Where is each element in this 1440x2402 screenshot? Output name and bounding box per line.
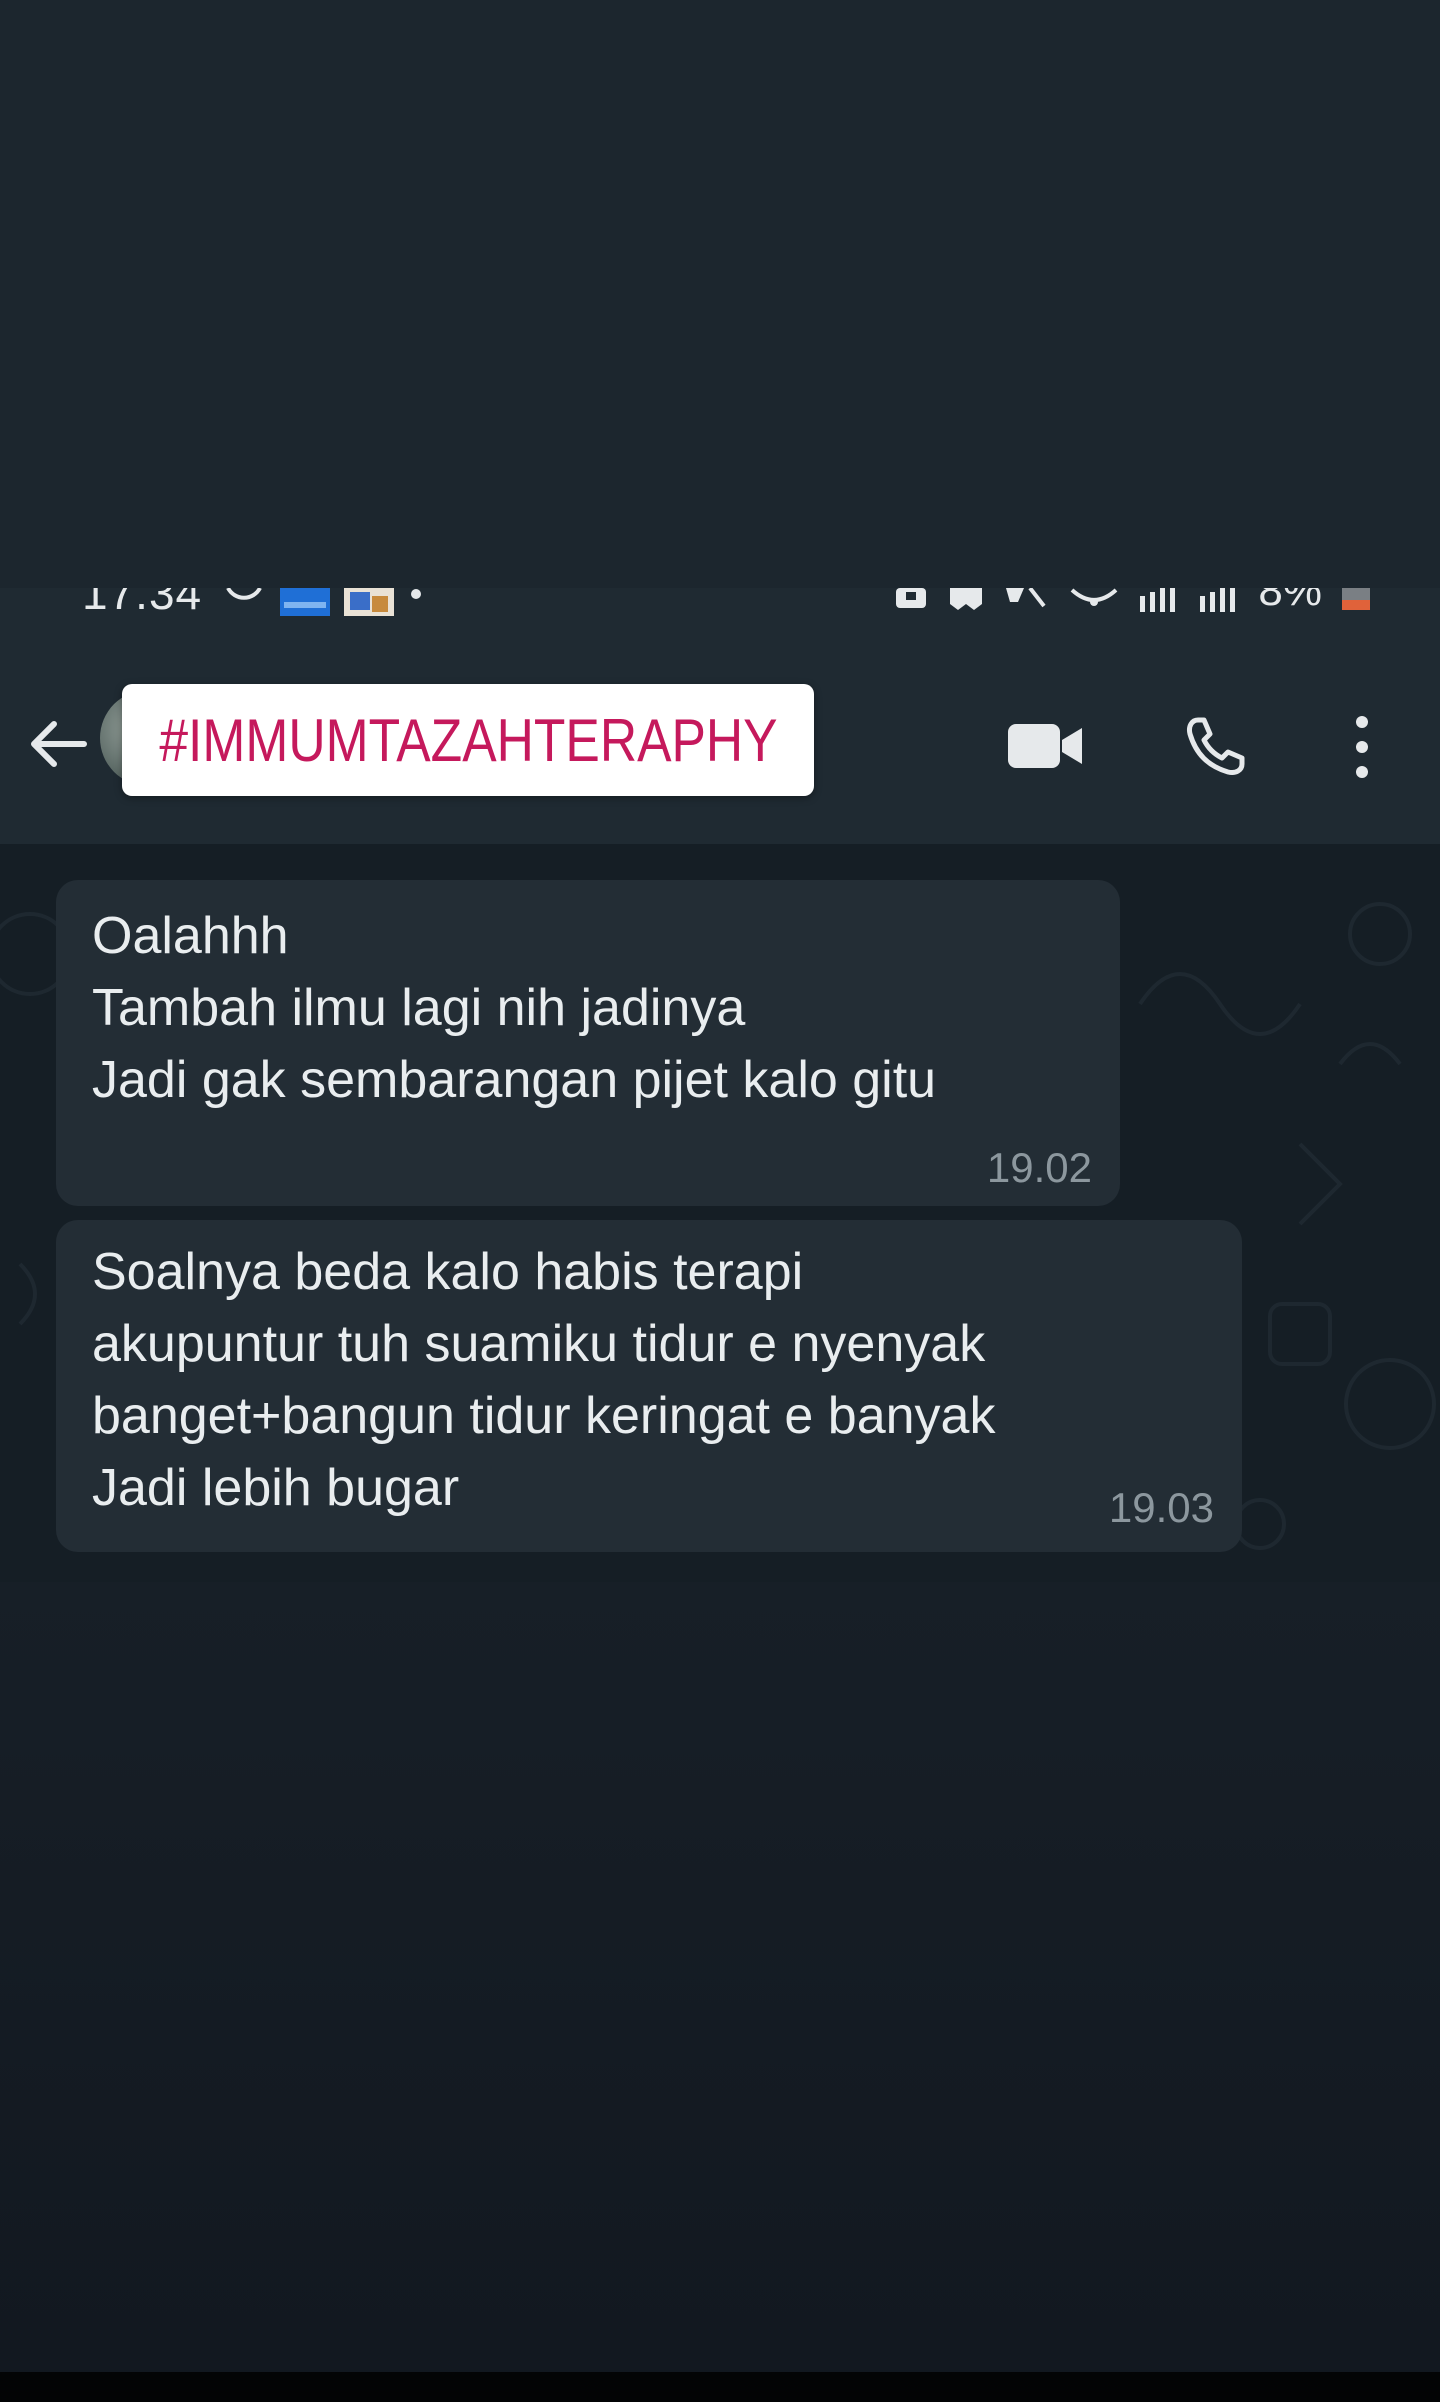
status-right-icons: 8%: [894, 588, 1370, 616]
dot-icon: [411, 589, 421, 599]
message-line: akupuntur tuh suamiku tidur e nyenyak: [92, 1315, 986, 1373]
status-bar: 17.34 8%: [0, 588, 1440, 622]
message-timestamp: 19.03: [1108, 1484, 1214, 1531]
video-call-icon[interactable]: [1008, 718, 1084, 774]
message-line: Oalahhh: [92, 907, 289, 965]
message-line: Jadi lebih bugar: [92, 1459, 460, 1517]
message-line: Soalnya beda kalo habis terapi: [92, 1243, 804, 1301]
message-line: Tambah ilmu lagi nih jadinya: [92, 979, 746, 1037]
nfc-icon: [950, 588, 983, 610]
message-bubble[interactable]: Soalnya beda kalo habis terapi akupuntur…: [56, 1220, 1242, 1552]
signal-icon: [1140, 588, 1176, 612]
battery-percentage: 8%: [1258, 588, 1322, 615]
mute-icon: [1006, 588, 1046, 608]
more-options-icon[interactable]: [1350, 714, 1374, 780]
wifi-icon: [1071, 588, 1118, 606]
status-left-icons: [222, 588, 424, 618]
gallery-icon: [344, 588, 394, 616]
chat-header: #IMMUMTAZAHTERAPHY: [0, 622, 1440, 844]
battery-icon: [1342, 588, 1370, 610]
blank-top-area: [0, 0, 1440, 588]
back-icon[interactable]: [26, 712, 90, 776]
chat-area[interactable]: Oalahhh Tambah ilmu lagi nih jadinya Jad…: [0, 844, 1440, 1582]
signal-icon: [1200, 588, 1236, 612]
message-bubble[interactable]: Oalahhh Tambah ilmu lagi nih jadinya Jad…: [56, 880, 1120, 1206]
message-line: banget+bangun tidur keringat e banyak: [92, 1387, 996, 1445]
contact-name: #IMMUMTAZAHTERAPHY: [158, 706, 778, 774]
voice-call-icon[interactable]: [1184, 716, 1246, 778]
bottom-edge: [0, 2372, 1440, 2402]
blank-bottom-area: [0, 1582, 1440, 2372]
mail-icon: [280, 588, 330, 616]
message-line: Jadi gak sembarangan pijet kalo gitu: [92, 1051, 937, 1109]
message-timestamp: 19.02: [986, 1144, 1092, 1191]
whatsapp-icon: [226, 588, 262, 600]
alarm-icon: [896, 588, 927, 608]
status-time: 17.34: [82, 588, 203, 619]
contact-title-sticker[interactable]: #IMMUMTAZAHTERAPHY: [122, 684, 814, 796]
